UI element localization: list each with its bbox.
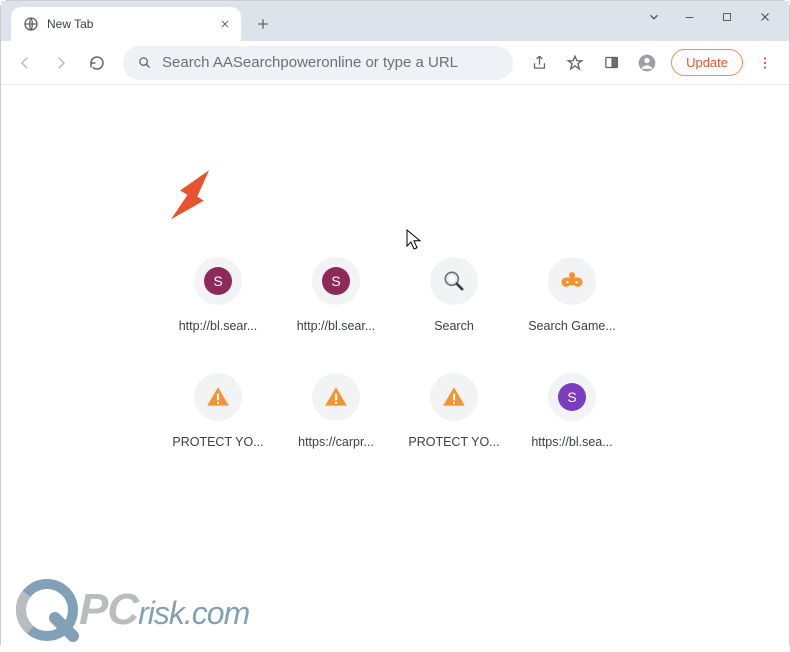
watermark-suffix: risk.com [138, 595, 249, 631]
window-controls [639, 5, 783, 29]
shortcut-label: Search Game... [528, 319, 616, 333]
update-button[interactable]: Update [671, 49, 743, 76]
forward-button[interactable] [45, 47, 77, 79]
minimize-button[interactable] [671, 5, 707, 29]
shortcut-label: PROTECT YO... [172, 435, 263, 449]
letter-icon: S [322, 267, 350, 295]
letter-icon: S [558, 383, 586, 411]
shortcuts-grid: S http://bl.sear... S http://bl.sear... … [159, 255, 631, 487]
shortcut-label: PROTECT YO... [408, 435, 499, 449]
omnibox-placeholder: Search AASearchpoweronline or type a URL [162, 54, 458, 71]
maximize-button[interactable] [709, 5, 745, 29]
shortcut-tile[interactable]: S http://bl.sear... [159, 255, 277, 371]
tab-title: New Tab [47, 17, 209, 31]
watermark-logo-icon [15, 578, 79, 642]
menu-icon[interactable] [749, 47, 781, 79]
back-button[interactable] [9, 47, 41, 79]
new-tab-button[interactable] [249, 10, 277, 38]
gamepad-icon [558, 267, 586, 295]
shortcut-favicon [312, 373, 360, 421]
shortcut-tile[interactable]: https://carpr... [277, 371, 395, 487]
titlebar: New Tab [1, 1, 789, 41]
magnifier-icon [441, 268, 467, 294]
shortcut-label: https://carpr... [298, 435, 374, 449]
reload-button[interactable] [81, 47, 113, 79]
new-tab-page: S http://bl.sear... S http://bl.sear... … [1, 85, 789, 652]
warning-icon [441, 384, 467, 410]
search-icon [137, 55, 152, 70]
shortcut-favicon: S [194, 257, 242, 305]
letter-icon: S [204, 267, 232, 295]
watermark-text: PCrisk.com [79, 585, 249, 635]
toolbar: Search AASearchpoweronline or type a URL… [1, 41, 789, 85]
shortcut-favicon [548, 257, 596, 305]
shortcut-favicon [430, 257, 478, 305]
tab-search-button[interactable] [639, 5, 669, 29]
bookmark-icon[interactable] [559, 47, 591, 79]
profile-icon[interactable] [631, 47, 663, 79]
shortcut-favicon: S [548, 373, 596, 421]
shortcut-tile[interactable]: S https://bl.sea... [513, 371, 631, 487]
warning-icon [205, 384, 231, 410]
warning-icon [323, 384, 349, 410]
shortcut-label: https://bl.sea... [531, 435, 612, 449]
watermark: PCrisk.com [15, 578, 249, 642]
shortcut-tile[interactable]: PROTECT YO... [395, 371, 513, 487]
shortcut-favicon: S [312, 257, 360, 305]
shortcut-tile[interactable]: S http://bl.sear... [277, 255, 395, 371]
close-window-button[interactable] [747, 5, 783, 29]
annotation-arrow-icon [159, 163, 229, 233]
shortcut-favicon [194, 373, 242, 421]
tab-close-button[interactable] [217, 16, 233, 32]
omnibox[interactable]: Search AASearchpoweronline or type a URL [123, 46, 513, 80]
shortcut-tile[interactable]: PROTECT YO... [159, 371, 277, 487]
shortcut-label: http://bl.sear... [179, 319, 258, 333]
shortcut-tile[interactable]: Search Game... [513, 255, 631, 371]
share-icon[interactable] [523, 47, 555, 79]
watermark-prefix: PC [79, 585, 138, 634]
shortcut-label: http://bl.sear... [297, 319, 376, 333]
shortcut-favicon [430, 373, 478, 421]
globe-icon [23, 16, 39, 32]
browser-tab[interactable]: New Tab [11, 7, 241, 41]
mouse-cursor-icon [406, 229, 422, 251]
shortcut-tile[interactable]: Search [395, 255, 513, 371]
sidepanel-icon[interactable] [595, 47, 627, 79]
shortcut-label: Search [434, 319, 474, 333]
